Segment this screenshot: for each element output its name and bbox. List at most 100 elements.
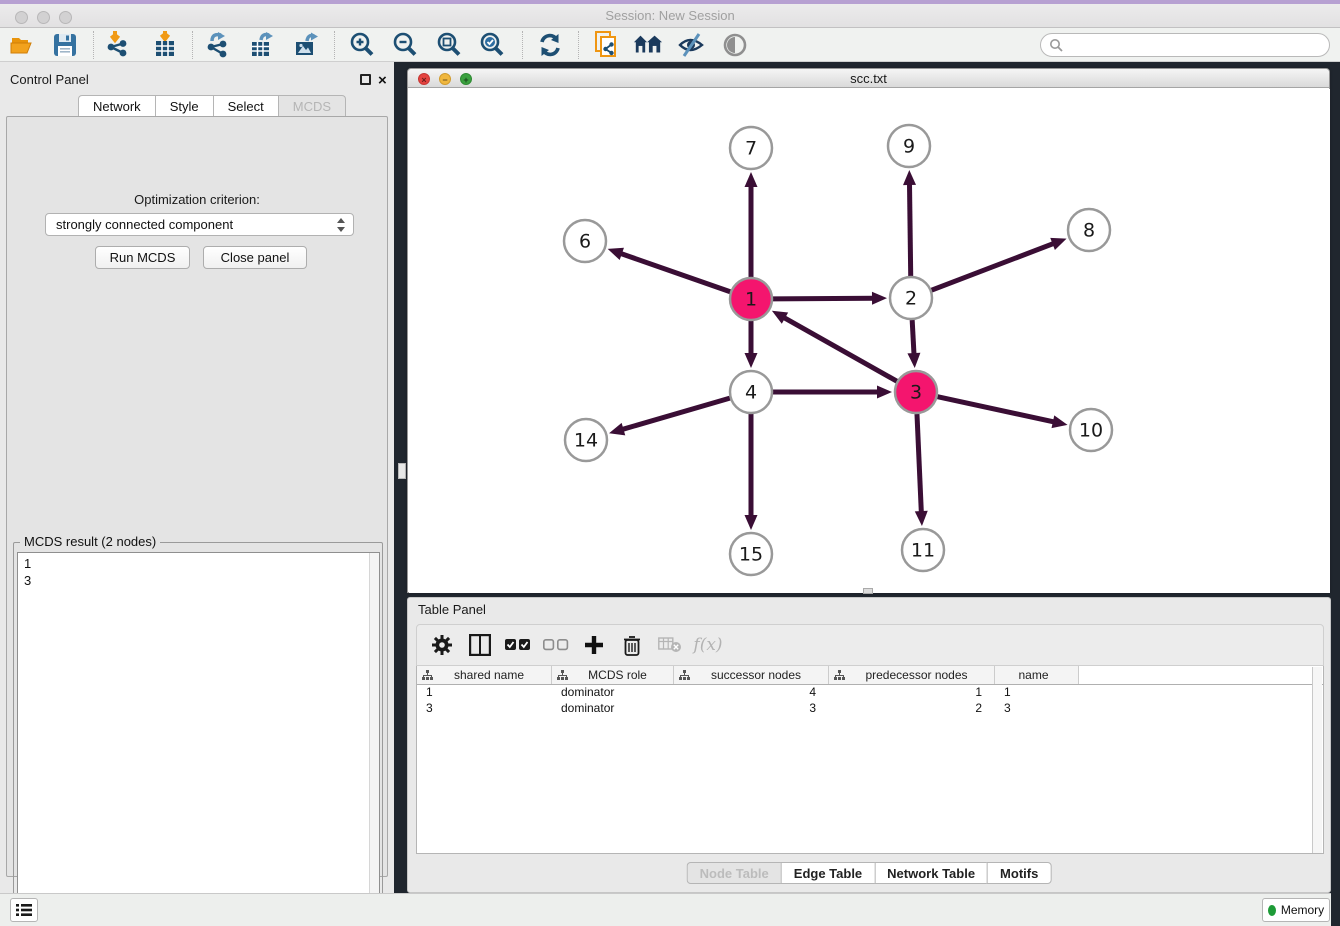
cell-shared-name[interactable]: 1 — [417, 685, 552, 701]
cell-name[interactable]: 1 — [995, 685, 1079, 701]
search-box[interactable] — [1040, 33, 1330, 57]
edge-3-1[interactable] — [782, 317, 896, 382]
tab-network[interactable]: Network — [78, 95, 155, 117]
graph-node-9[interactable]: 9 — [888, 125, 930, 167]
result-scrollbar[interactable] — [369, 553, 379, 920]
export-network-button[interactable] — [203, 31, 233, 59]
graph-node-10[interactable]: 10 — [1070, 409, 1112, 451]
tab-edge-table[interactable]: Edge Table — [781, 862, 874, 884]
graph-node-6[interactable]: 6 — [564, 220, 606, 262]
show-panels-button[interactable] — [10, 898, 38, 922]
zoom-out-button[interactable] — [390, 31, 420, 59]
export-table-button[interactable] — [248, 31, 278, 59]
network-canvas[interactable]: 7 9 6 8 1 2 4 3 14 10 15 11 — [409, 89, 1330, 593]
run-mcds-button[interactable]: Run MCDS — [95, 246, 190, 269]
graph-node-11[interactable]: 11 — [902, 529, 944, 571]
export-image-button[interactable] — [292, 31, 322, 59]
column-header-name[interactable]: name — [995, 666, 1079, 684]
column-header-successor-nodes[interactable]: successor nodes — [674, 666, 829, 684]
edge-2-3[interactable] — [912, 320, 914, 356]
optimization-criterion-select[interactable]: strongly connected component — [45, 213, 354, 236]
select-all-columns-button[interactable] — [499, 630, 537, 660]
save-session-button[interactable] — [50, 31, 80, 59]
edge-2-9[interactable] — [909, 182, 910, 276]
edge-arrowhead — [915, 511, 928, 526]
delete-table-button[interactable] — [651, 630, 689, 660]
graph-node-2[interactable]: 2 — [890, 277, 932, 319]
memory-button[interactable]: Memory — [1262, 898, 1330, 922]
network-window-title: scc.txt — [408, 71, 1329, 86]
tab-motifs[interactable]: Motifs — [987, 862, 1051, 884]
column-label: name — [995, 668, 1078, 682]
column-header-MCDS-role[interactable]: MCDS role — [552, 666, 674, 684]
search-icon — [1049, 38, 1063, 52]
table-panel: Table Panel × — [407, 597, 1331, 893]
cell-successor-nodes[interactable]: 3 — [674, 701, 829, 717]
title-bar[interactable]: Session: New Session — [0, 4, 1340, 28]
graph-node-15[interactable]: 15 — [730, 533, 772, 575]
cell-name[interactable]: 3 — [995, 701, 1079, 717]
add-row-button[interactable] — [575, 630, 613, 660]
tab-select[interactable]: Select — [213, 95, 278, 117]
network-window-titlebar[interactable]: × − + scc.txt — [408, 69, 1329, 88]
delete-row-button[interactable] — [613, 630, 651, 660]
graph-node-3[interactable]: 3 — [895, 371, 937, 413]
cell-MCDS-role[interactable]: dominator — [552, 685, 674, 701]
tab-mcds[interactable]: MCDS — [278, 95, 346, 117]
open-session-button[interactable] — [8, 31, 38, 59]
cell-predecessor-nodes[interactable]: 2 — [829, 701, 995, 717]
edge-1-6[interactable] — [619, 253, 730, 292]
network-resize-handle[interactable] — [863, 588, 873, 594]
zoom-in-button[interactable] — [347, 31, 377, 59]
tab-node-table[interactable]: Node Table — [687, 862, 781, 884]
graph-node-14[interactable]: 14 — [565, 419, 607, 461]
apply-function-button[interactable]: f(x) — [689, 630, 727, 660]
network-graph[interactable]: 7 9 6 8 1 2 4 3 14 10 15 11 — [409, 89, 1330, 593]
node-label: 11 — [911, 540, 935, 562]
table-row[interactable]: 1dominator411 — [417, 685, 1323, 701]
column-header-shared-name[interactable]: shared name — [417, 666, 552, 684]
select-stepper-icon — [337, 218, 346, 232]
network-from-file-button[interactable] — [592, 31, 622, 59]
zoom-selected-button[interactable] — [477, 31, 507, 59]
column-header-predecessor-nodes[interactable]: predecessor nodes — [829, 666, 995, 684]
cell-MCDS-role[interactable]: dominator — [552, 701, 674, 717]
hide-graphics-details-button[interactable] — [676, 31, 706, 59]
table-body: 1dominator4113dominator323 — [417, 685, 1323, 717]
edge-1-2[interactable] — [773, 298, 875, 299]
close-panel-icon[interactable]: × — [378, 75, 387, 86]
table-scrollbar[interactable] — [1312, 667, 1322, 853]
cell-successor-nodes[interactable]: 4 — [674, 685, 829, 701]
edge-2-8[interactable] — [932, 243, 1056, 290]
home-button[interactable] — [633, 31, 663, 59]
graph-node-1[interactable]: 1 — [730, 278, 772, 320]
bird-eye-view-button[interactable] — [720, 31, 750, 59]
split-panel-button[interactable] — [461, 630, 499, 660]
import-network-button[interactable] — [103, 31, 133, 59]
float-panel-icon[interactable] — [360, 74, 371, 85]
graph-node-8[interactable]: 8 — [1068, 209, 1110, 251]
edge-4-14[interactable] — [621, 398, 730, 430]
refresh-layout-button[interactable] — [535, 31, 565, 59]
optimization-criterion-value: strongly connected component — [56, 217, 233, 232]
search-input[interactable] — [1067, 38, 1329, 52]
graph-node-7[interactable]: 7 — [730, 127, 772, 169]
graph-node-4[interactable]: 4 — [730, 371, 772, 413]
mcds-result-text[interactable]: 13 — [17, 552, 380, 921]
table-row[interactable]: 3dominator323 — [417, 701, 1323, 717]
edge-3-11[interactable] — [917, 414, 921, 514]
cell-shared-name[interactable]: 3 — [417, 701, 552, 717]
close-panel-button[interactable]: Close panel — [203, 246, 307, 269]
edge-3-10[interactable] — [937, 397, 1055, 423]
table-settings-button[interactable] — [423, 630, 461, 660]
node-label: 8 — [1083, 220, 1095, 242]
tab-style[interactable]: Style — [155, 95, 213, 117]
import-table-button[interactable] — [150, 31, 180, 59]
cell-predecessor-nodes[interactable]: 1 — [829, 685, 995, 701]
panel-splitter-handle[interactable] — [398, 463, 406, 479]
toolbar-separator — [578, 31, 579, 59]
zoom-fit-button[interactable] — [434, 31, 464, 59]
deselect-all-columns-button[interactable] — [537, 630, 575, 660]
tab-network-table[interactable]: Network Table — [874, 862, 987, 884]
node-table[interactable]: shared nameMCDS rolesuccessor nodesprede… — [416, 666, 1324, 854]
